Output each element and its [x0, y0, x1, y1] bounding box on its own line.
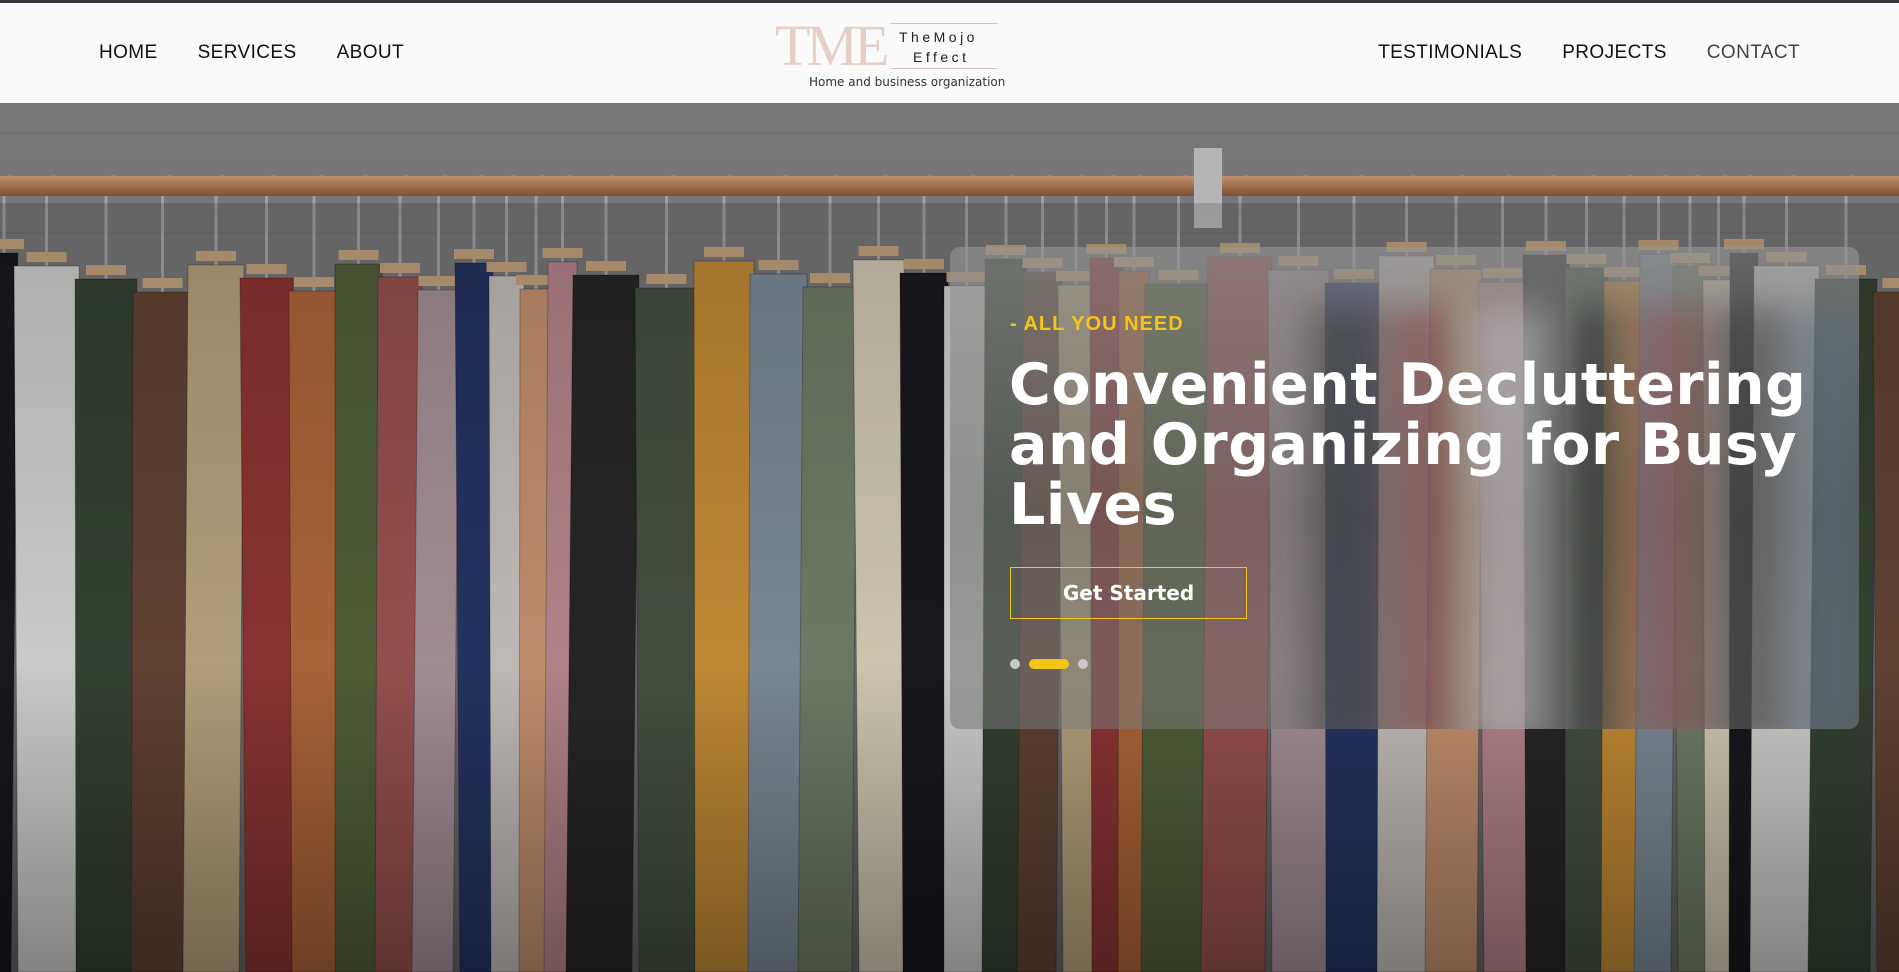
logo-wordmark-line1: TheMojo: [899, 29, 978, 45]
hero-card: - ALL YOU NEED Convenient Decluttering a…: [950, 247, 1859, 729]
slider-dots: [1010, 659, 1097, 669]
slider-dot-1[interactable]: [1010, 659, 1020, 669]
hero-eyebrow: - ALL YOU NEED: [1010, 313, 1184, 335]
logo-wordmark-line2: Effect: [913, 49, 970, 65]
nav-projects[interactable]: PROJECTS: [1562, 42, 1667, 64]
hero-headline: Convenient Decluttering and Organizing f…: [1009, 352, 1807, 538]
logo-tagline: Home and business organization: [809, 75, 1006, 89]
logo-wordmark-box: TheMojo Effect: [891, 23, 997, 69]
hero-section: - ALL YOU NEED Convenient Decluttering a…: [0, 103, 1899, 972]
nav-contact[interactable]: CONTACT: [1707, 42, 1800, 64]
nav-about[interactable]: ABOUT: [337, 42, 404, 64]
nav-services[interactable]: SERVICES: [198, 42, 297, 64]
site-header: HOME SERVICES ABOUT TME TheMojo Effect H…: [0, 0, 1899, 103]
primary-nav-left: HOME SERVICES ABOUT: [99, 3, 444, 103]
slider-dot-3[interactable]: [1078, 659, 1088, 669]
site-logo[interactable]: TME TheMojo Effect Home and business org…: [775, 13, 1006, 95]
get-started-button[interactable]: Get Started: [1010, 567, 1247, 619]
primary-nav-right: TESTIMONIALS PROJECTS CONTACT: [1338, 3, 1800, 103]
nav-testimonials[interactable]: TESTIMONIALS: [1378, 42, 1522, 64]
slider-dot-2-active[interactable]: [1029, 659, 1069, 669]
nav-home[interactable]: HOME: [99, 42, 158, 64]
logo-monogram: TME: [775, 13, 889, 78]
